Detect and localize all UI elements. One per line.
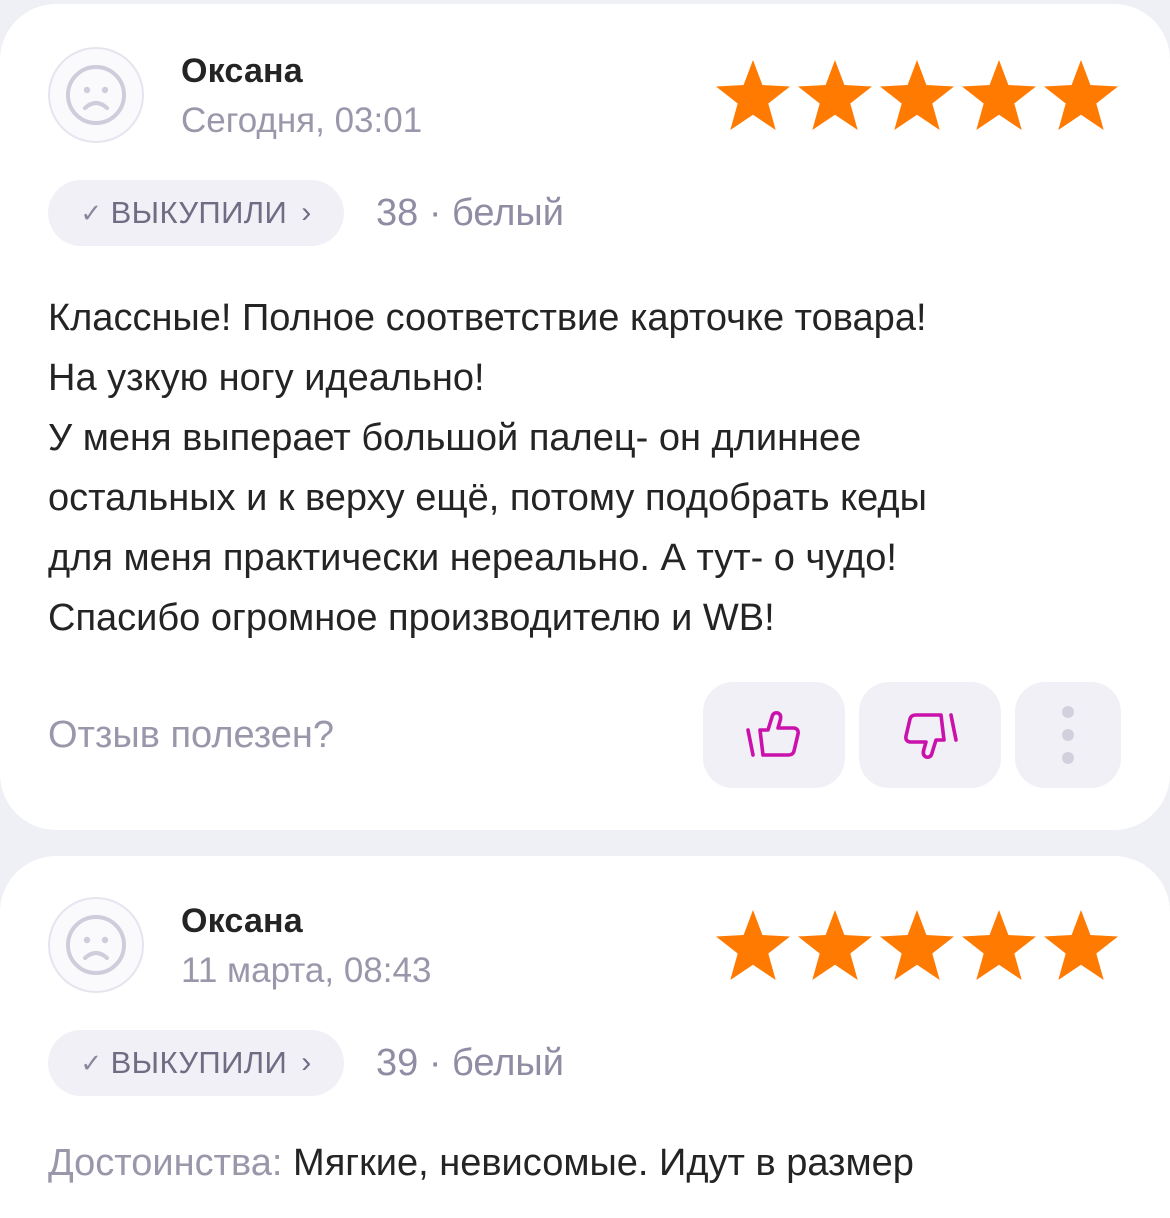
review-card: Оксана Сегодня, 03:01 ✓ ВЫКУПИЛИ › 38 · … [0,4,1170,830]
star-icon [716,910,790,980]
more-vertical-icon [1062,706,1074,764]
more-options-button[interactable] [1015,682,1121,788]
chevron-right-icon: › [301,196,312,229]
bought-badge-button[interactable]: ✓ ВЫКУПИЛИ › [48,1030,344,1096]
review-text: Классные! Полное соответствие карточке т… [48,288,1128,648]
review-text-line: На узкую ногу идеально! [48,357,485,399]
checkmark-icon: ✓ [80,1047,103,1078]
thumbs-down-icon [904,713,958,759]
bought-label: ВЫКУПИЛИ [110,195,288,230]
star-icon [880,910,954,980]
product-variant: 39 · белый [376,1042,564,1084]
checkmark-icon: ✓ [80,197,103,228]
chevron-right-icon: › [301,1046,312,1079]
star-icon [1044,910,1118,980]
pros-label: Достоинства: [48,1142,283,1184]
thumbs-up-icon [746,711,800,757]
dislike-button[interactable] [859,682,1001,788]
review-text-line: для меня практически нереально. А тут- о… [48,537,897,579]
rating-stars [714,909,1120,981]
review-pros: Достоинства: Мягкие, невисомые. Идут в р… [48,1142,914,1185]
review-text-line: Спасибо огромное производителю и WB! [48,597,775,639]
sad-face-avatar-icon [48,897,144,993]
sad-face-avatar-icon [48,47,144,143]
review-author: Оксана [181,52,303,90]
helpful-question: Отзыв полезен? [48,714,335,756]
review-text-line: остальных и к верху ещё, потому подобрат… [48,477,927,519]
review-date: Сегодня, 03:01 [181,101,423,140]
star-icon [798,60,872,130]
product-variant: 38 · белый [376,192,564,234]
star-icon [880,60,954,130]
star-icon [962,60,1036,130]
bought-label: ВЫКУПИЛИ [110,1045,288,1080]
star-icon [716,60,790,130]
like-button[interactable] [703,682,845,788]
star-icon [962,910,1036,980]
review-text-line: У меня выперает большой палец- он длинне… [48,417,862,459]
review-card: Оксана 11 марта, 08:43 ✓ ВЫКУПИЛИ › 39 ·… [0,856,1170,1218]
bought-badge-button[interactable]: ✓ ВЫКУПИЛИ › [48,180,344,246]
star-icon [798,910,872,980]
reviews-page: Оксана Сегодня, 03:01 ✓ ВЫКУПИЛИ › 38 · … [0,0,1170,1218]
review-author: Оксана [181,902,303,940]
pros-text: Мягкие, невисомые. Идут в размер [282,1142,914,1184]
review-date: 11 марта, 08:43 [181,951,432,990]
review-text-line: Классные! Полное соответствие карточке т… [48,297,927,339]
star-icon [1044,60,1118,130]
rating-stars [714,59,1120,131]
